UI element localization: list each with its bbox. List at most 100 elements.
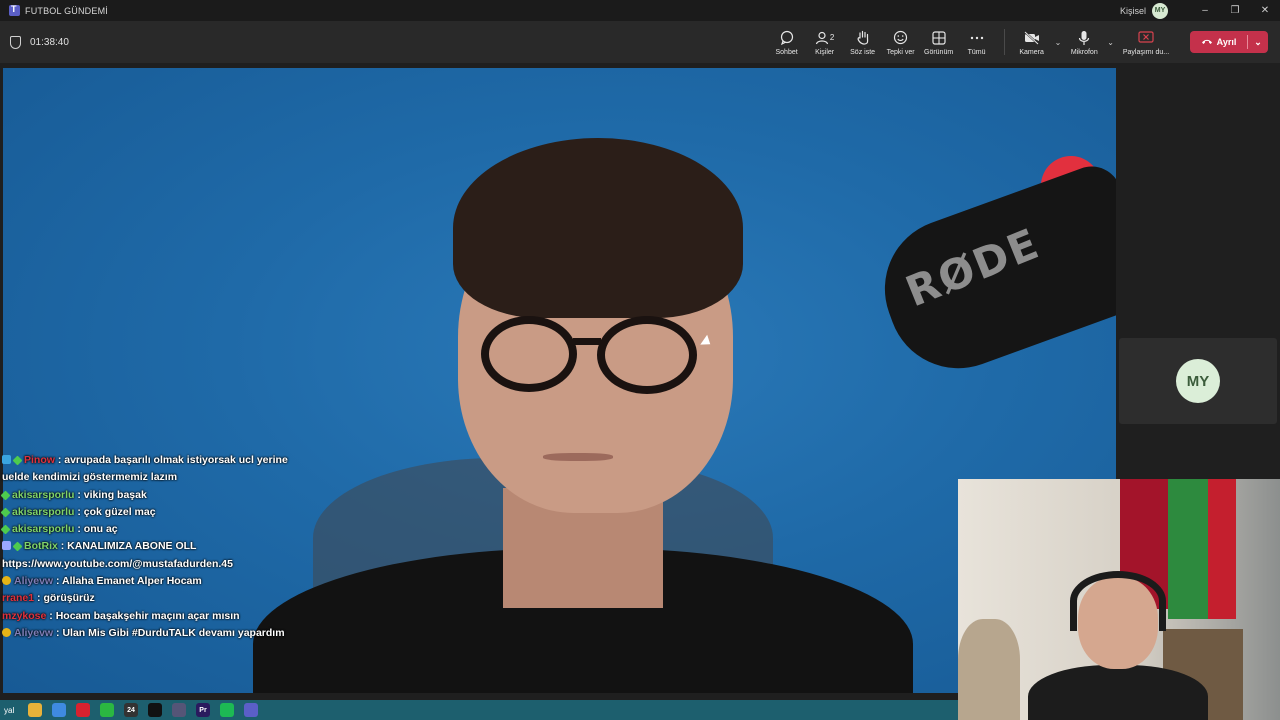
grid-icon <box>931 29 946 47</box>
participant-avatar: MY <box>1176 359 1220 403</box>
chat-message: uelde kendimizi göstermemiz lazım <box>2 469 292 486</box>
view-button[interactable]: Görünüm <box>920 21 958 63</box>
mic-icon <box>1078 29 1090 47</box>
stop-share-icon <box>1138 29 1154 47</box>
react-button[interactable]: Tepki ver <box>882 21 920 63</box>
stream-chat-overlay: Pinow : avrupada başarılı olmak istiyors… <box>0 452 292 642</box>
leave-options-chevron-down-icon[interactable]: ⌄ <box>1248 37 1268 48</box>
tool-badge-icon <box>2 541 11 551</box>
headset-icon <box>1070 571 1166 631</box>
glasses-right-lens <box>597 316 697 394</box>
mic-label: Mikrofon <box>1070 48 1098 56</box>
title-bar-right: Kişisel MY – ❐ ✕ <box>1120 0 1280 21</box>
app-24-icon[interactable]: 24 <box>124 703 138 717</box>
chat-label: Sohbet <box>775 48 798 56</box>
chat-message: Aliyevw : Ulan Mis Gibi #DurduTALK devam… <box>2 625 292 642</box>
people-button[interactable]: 2 Kişiler <box>806 21 844 63</box>
window-title: FUTBOL GÜNDEMİ <box>25 5 108 16</box>
chat-message: akisarsporlu : onu aç <box>0 521 292 538</box>
green-badge-icon <box>12 542 23 552</box>
chat-text: : çok güzel maç <box>77 505 156 518</box>
webcam-person-body <box>1028 665 1208 720</box>
green-badge-icon <box>0 490 11 501</box>
camera-button[interactable]: Kamera <box>1013 21 1051 63</box>
toolbar-divider <box>1003 29 1005 55</box>
premiere-icon[interactable]: Pr <box>196 703 210 717</box>
restore-button[interactable]: ❐ <box>1220 0 1250 21</box>
close-button[interactable]: ✕ <box>1250 0 1280 21</box>
profile-avatar[interactable]: MY <box>1152 2 1168 19</box>
chat-username[interactable]: mzykose <box>2 610 46 622</box>
chrome-icon[interactable] <box>52 703 66 717</box>
chat-username[interactable]: akisarsporlu <box>12 489 74 501</box>
person-hair <box>453 138 743 318</box>
chat-message: rrane1 : görüşürüz <box>2 590 292 607</box>
chat-username[interactable]: rrane1 <box>2 592 34 604</box>
webcam-flag-stripe <box>1208 479 1236 619</box>
hand-icon <box>856 29 870 47</box>
chat-text: uelde kendimizi göstermemiz lazım <box>2 471 178 484</box>
minimize-button[interactable]: – <box>1190 0 1220 21</box>
smile-icon <box>893 29 908 47</box>
chat-text: : Hocam başakşehir maçını açar mısın <box>49 609 240 622</box>
chat-text: : Ulan Mis Gibi #DurduTALK devamı yapard… <box>56 626 285 639</box>
spotify-icon[interactable] <box>220 703 234 717</box>
chat-text: : viking başak <box>77 488 147 501</box>
leave-button[interactable]: Ayrıl ⌄ <box>1190 31 1268 53</box>
chat-button[interactable]: Sohbet <box>768 21 806 63</box>
react-label: Tepki ver <box>886 48 915 56</box>
chat-message: akisarsporlu : viking başak <box>0 487 292 504</box>
tiktok-icon[interactable] <box>148 703 162 717</box>
camera-off-icon <box>1023 29 1040 47</box>
stop-share-button[interactable]: Paylaşımı du... <box>1118 21 1174 63</box>
chat-text: https://www.youtube.com/@mustafadurden.4… <box>2 557 233 570</box>
taskbar: yal 24 Pr <box>0 700 958 720</box>
camera-label: Kamera <box>1019 48 1044 56</box>
mic-button[interactable]: Mikrofon <box>1065 21 1103 63</box>
toolbar-actions: Sohbet 2 Kişiler Söz iste Tepki ver Görü… <box>768 21 1268 63</box>
participant-tile[interactable]: MY <box>1119 338 1277 424</box>
leave-main[interactable]: Ayrıl <box>1190 37 1247 47</box>
raise-hand-button[interactable]: Söz iste <box>844 21 882 63</box>
teams-icon[interactable] <box>244 703 258 717</box>
chat-text: : görüşürüz <box>37 592 95 605</box>
person-mouth <box>543 453 613 461</box>
raise-hand-label: Söz iste <box>850 48 876 56</box>
chat-username[interactable]: akisarsporlu <box>12 523 74 535</box>
people-count: 2 <box>829 33 835 42</box>
leave-label: Ayrıl <box>1216 37 1237 47</box>
green-badge-icon <box>0 524 11 535</box>
chat-text: : Allaha Emanet Alper Hocam <box>56 575 202 588</box>
chat-username[interactable]: akisarsporlu <box>12 506 74 518</box>
more-icon <box>970 29 984 47</box>
chat-text: : KANALIMIZA ABONE OLL <box>60 540 197 553</box>
chat-text: : onu aç <box>77 523 118 536</box>
chat-message: Pinow : avrupada başarılı olmak istiyors… <box>2 452 292 469</box>
chat-message: mzykose : Hocam başakşehir maçını açar m… <box>2 608 292 625</box>
taskbar-start-label[interactable]: yal <box>4 703 18 717</box>
webcam-overlay <box>958 479 1280 720</box>
glasses-bridge <box>573 338 601 345</box>
chat-username[interactable]: Aliyevw <box>14 627 53 639</box>
green-badge-icon <box>0 507 11 518</box>
chat-message: Aliyevw : Allaha Emanet Alper Hocam <box>2 573 292 590</box>
chat-username[interactable]: Pinow <box>24 454 55 466</box>
whatsapp-icon[interactable] <box>100 703 114 717</box>
folder-icon[interactable] <box>28 703 42 717</box>
more-label: Tümü <box>967 48 986 56</box>
meeting-timer: 01:38:40 <box>30 36 69 48</box>
chat-icon <box>779 29 795 47</box>
browser-icon[interactable] <box>172 703 186 717</box>
shield-icon[interactable] <box>10 35 21 49</box>
opera-icon[interactable] <box>76 703 90 717</box>
camera-options-chevron-down-icon[interactable]: ⌄ <box>1055 38 1062 47</box>
chat-username[interactable]: BotRix <box>24 540 58 552</box>
profile-label[interactable]: Kişisel <box>1120 6 1146 16</box>
mic-options-chevron-down-icon[interactable]: ⌄ <box>1107 38 1114 47</box>
chat-username[interactable]: Aliyevw <box>14 575 53 587</box>
more-button[interactable]: Tümü <box>958 21 996 63</box>
chat-text: : avrupada başarılı olmak istiyorsak ucl… <box>57 454 288 466</box>
phone-hangup-icon <box>1201 37 1213 47</box>
stop-share-label: Paylaşımı du... <box>1122 48 1170 56</box>
view-label: Görünüm <box>924 48 954 56</box>
